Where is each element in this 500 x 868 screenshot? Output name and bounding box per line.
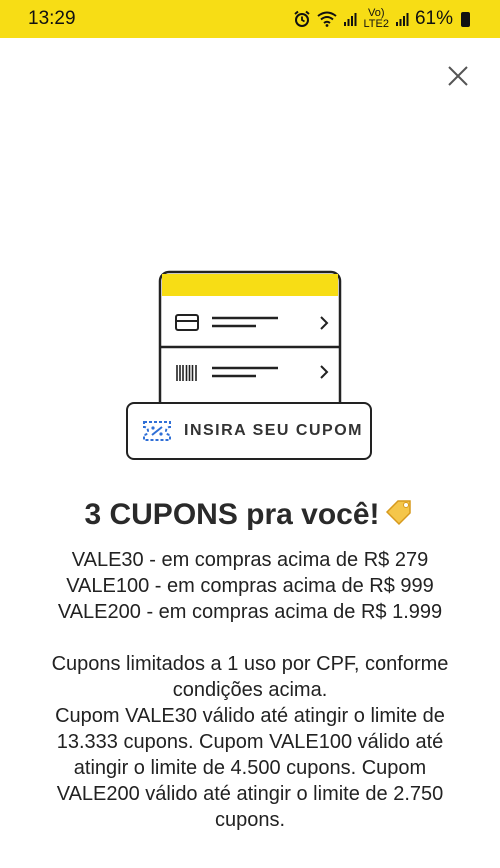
- coupon-item-vale30: VALE30 - em compras acima de R$ 279: [71, 549, 429, 571]
- barcode-icon: [176, 365, 197, 381]
- label-tag-icon: [385, 500, 411, 526]
- coupon-list: VALE30 - em compras acima de R$ 279 VALE…: [0, 547, 500, 625]
- coupon-item-vale200: VALE200 - em compras acima de R$ 1.999: [57, 601, 443, 623]
- terms-coupon-limits: Cupom VALE30 válido até atingir o limite…: [55, 705, 445, 831]
- coupon-ticket-icon: [143, 421, 171, 441]
- coupon-item-vale100: VALE100 - em compras acima de R$ 999: [66, 575, 434, 597]
- insert-coupon-label: INSIRA SEU CUPOM: [184, 422, 363, 439]
- page-title: 3 CUPONS pra você!: [0, 494, 500, 532]
- terms-usage-limit: Cupons limitados a 1 uso por CPF, confor…: [51, 653, 449, 701]
- insert-coupon-button[interactable]: INSIRA SEU CUPOM: [126, 402, 372, 460]
- title-text: 3 CUPONS pra você!: [84, 498, 380, 531]
- coupon-terms: Cupons limitados a 1 uso por CPF, confor…: [40, 651, 460, 833]
- yellow-header-bar: [162, 274, 338, 296]
